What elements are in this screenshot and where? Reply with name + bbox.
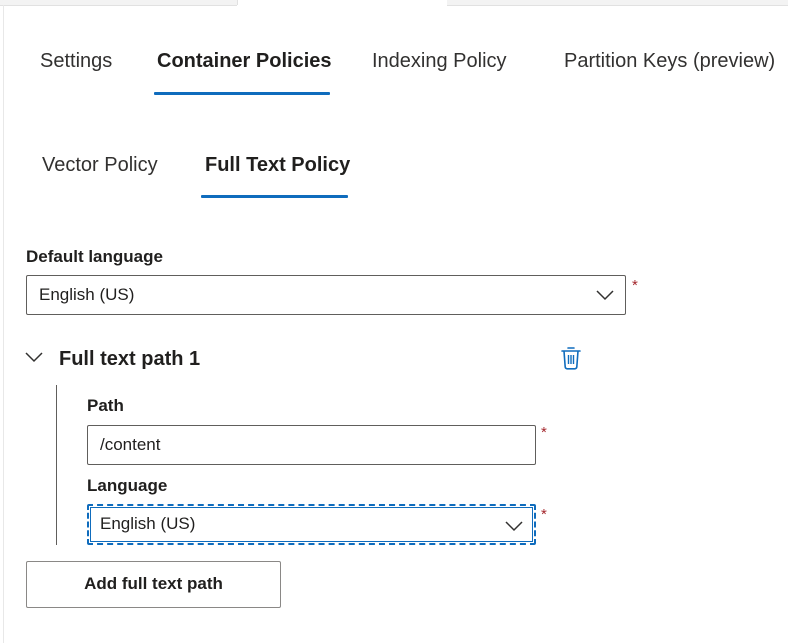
trash-icon	[561, 347, 581, 370]
full-text-path-title: Full text path 1	[59, 348, 201, 370]
path-input[interactable]: /content	[87, 425, 536, 465]
path-group-rule	[56, 385, 57, 545]
delete-path-button[interactable]	[559, 345, 583, 371]
required-marker: *	[541, 506, 547, 523]
subtab-vector-policy[interactable]: Vector Policy	[42, 154, 158, 177]
active-subtab-indicator	[201, 195, 348, 198]
tab-label: Partition Keys (preview)	[564, 50, 776, 72]
tab-settings[interactable]: Settings	[40, 50, 112, 73]
left-gutter	[0, 5, 4, 643]
language-value: English (US)	[100, 514, 196, 533]
top-tab-strip	[0, 0, 788, 6]
required-marker: *	[541, 424, 547, 441]
subtab-label: Vector Policy	[42, 154, 158, 176]
tab-label: Indexing Policy	[372, 50, 507, 72]
tab-label: Settings	[40, 50, 113, 72]
tab-partition-keys[interactable]: Partition Keys (preview)	[564, 50, 775, 73]
default-language-dropdown[interactable]: English (US)	[26, 275, 626, 315]
chevron-down-icon	[25, 352, 43, 363]
subtab-full-text-policy[interactable]: Full Text Policy	[205, 154, 350, 177]
add-full-text-path-label: Add full text path	[84, 574, 223, 593]
collapse-toggle[interactable]	[24, 347, 46, 365]
chevron-down-icon	[596, 290, 614, 301]
tab-indexing-policy[interactable]: Indexing Policy	[372, 50, 507, 73]
tab-container-policies[interactable]: Container Policies	[157, 50, 332, 73]
add-full-text-path-button[interactable]: Add full text path	[26, 561, 281, 608]
path-label: Path	[87, 396, 124, 415]
chevron-down-icon	[505, 521, 523, 532]
tab-label: Container Policies	[157, 50, 332, 72]
subtab-label: Full Text Policy	[205, 154, 351, 176]
language-label: Language	[87, 476, 168, 495]
language-dropdown[interactable]: English (US)	[87, 504, 536, 545]
path-value: /content	[100, 435, 161, 454]
active-tab-indicator	[154, 92, 330, 95]
default-language-label: Default language	[26, 247, 163, 266]
required-marker: *	[632, 277, 638, 294]
default-language-value: English (US)	[39, 285, 135, 304]
